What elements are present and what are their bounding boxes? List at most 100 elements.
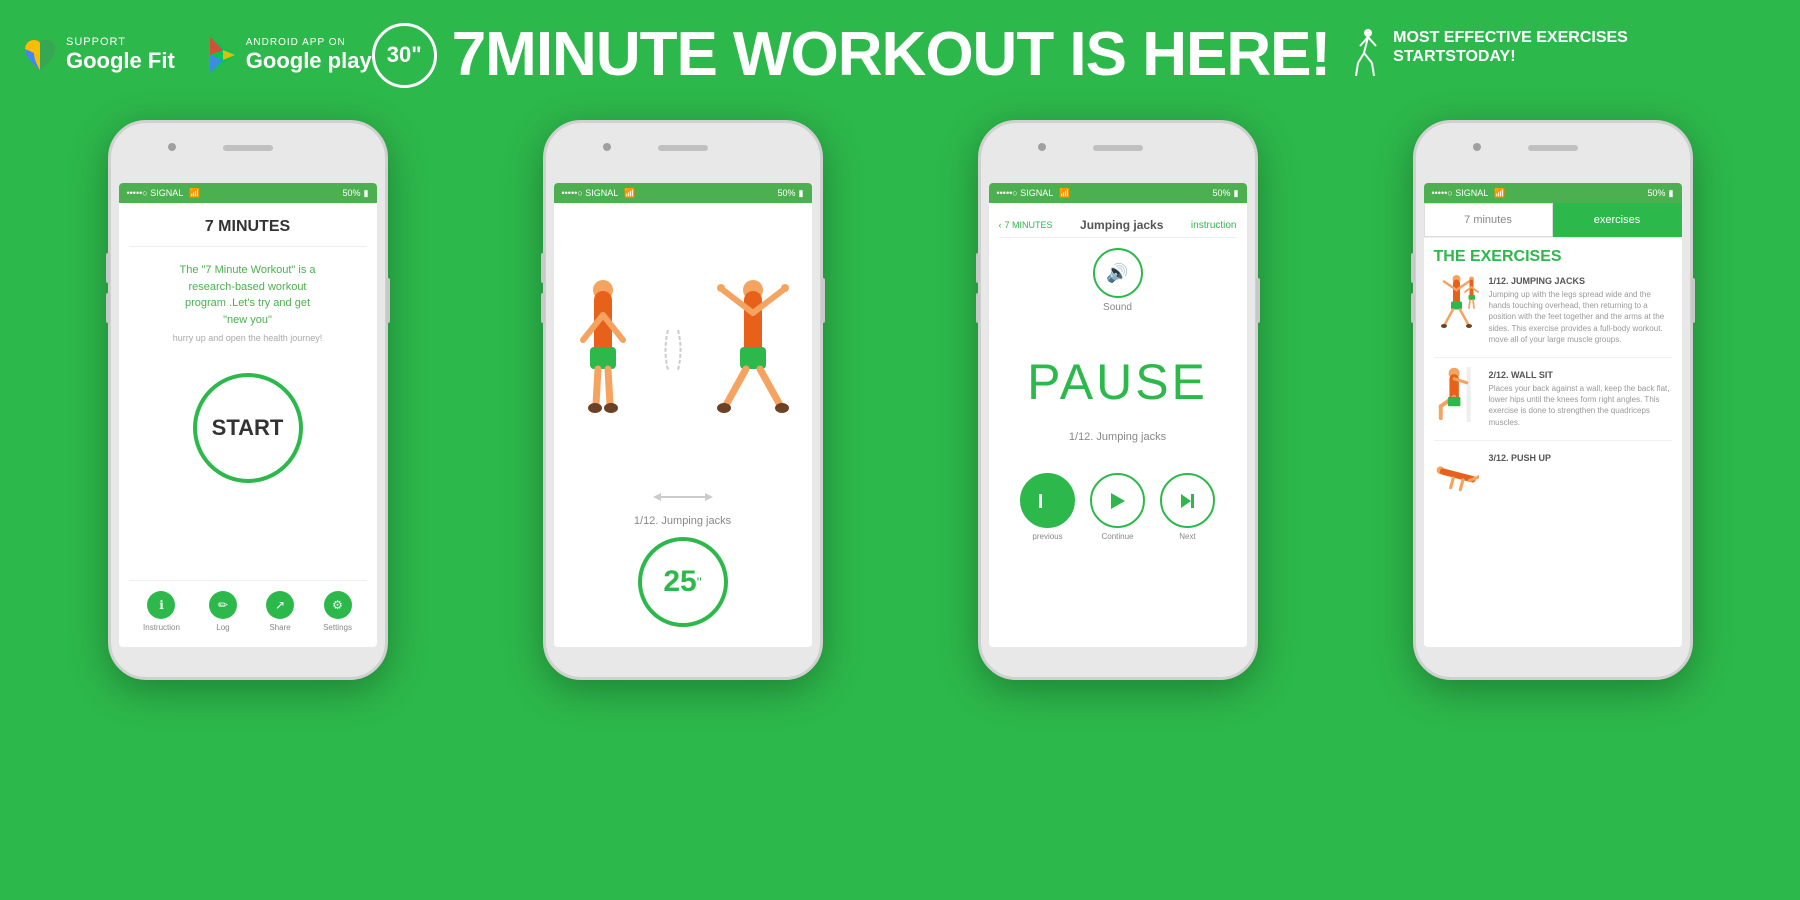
phone1-camera — [168, 143, 176, 151]
phone1-speaker — [223, 145, 273, 151]
exercise-thumb-3 — [1434, 453, 1479, 503]
phone2-speaker — [658, 145, 708, 151]
exercise-info-3: 3/12. PUSH UP — [1489, 453, 1552, 503]
android-label: ANDROID APP ON — [246, 37, 372, 48]
exercise-name-1: 1/12. JUMPING JACKS — [1489, 276, 1672, 286]
phone3-content: ‹ 7 MINUTES Jumping jacks instruction 🔊 … — [989, 203, 1247, 647]
spread-arrows — [653, 487, 713, 507]
instruction-icon: ℹ — [147, 591, 175, 619]
phone3-speaker — [1093, 145, 1143, 151]
log-label: Log — [216, 623, 229, 632]
google-play-label: Google play — [246, 48, 372, 74]
phone4-status-right: 50% ▮ — [1648, 188, 1674, 199]
main-title-area: 7MINUTE WORKOUT IS HERE! MOST EFFECTIVE … — [452, 24, 1780, 86]
phone4-content: 7 minutes exercises THE EXERCISES — [1424, 203, 1682, 647]
header: SUPPORT Google Fit ANDROID APP ON Google… — [0, 0, 1800, 110]
phone1-description: The "7 Minute Workout" is a research-bas… — [180, 262, 316, 328]
pushup-thumb — [1434, 463, 1479, 493]
phone3-nav-header: ‹ 7 MINUTES Jumping jacks instruction — [999, 213, 1237, 238]
phone2-wifi: 📶 — [624, 188, 635, 199]
phone3-exercise-name: Jumping jacks — [1080, 218, 1163, 232]
nav-log[interactable]: ✏ Log — [209, 591, 237, 632]
phone3-status-bar: •••••○ SIGNAL 📶 50% ▮ — [989, 183, 1247, 203]
phone4-status-left: •••••○ SIGNAL 📶 — [1432, 188, 1506, 199]
previous-icon — [1039, 493, 1056, 509]
skip-bar — [1191, 494, 1194, 508]
exercise-figures — [568, 213, 798, 487]
next-wrapper: Next — [1160, 473, 1215, 541]
exercise-label: 1/12. Jumping jacks — [634, 515, 731, 527]
pause-label: PAUSE — [1027, 353, 1208, 411]
tab-exercises[interactable]: exercises — [1553, 203, 1682, 237]
phone-exercise-screen: •••••○ SIGNAL 📶 50% ▮ — [543, 120, 823, 680]
back-button[interactable]: ‹ 7 MINUTES — [999, 220, 1053, 230]
exercise-title-1: JUMPING JACKS — [1511, 276, 1585, 286]
header-logos: SUPPORT Google Fit ANDROID APP ON Google… — [20, 35, 372, 75]
phone4-status-bar: •••••○ SIGNAL 📶 50% ▮ — [1424, 183, 1682, 203]
settings-label: Settings — [323, 623, 352, 632]
exercise-item-3: 3/12. PUSH UP — [1434, 453, 1672, 515]
phone3-screen: •••••○ SIGNAL 📶 50% ▮ ‹ 7 MINUTES Jumpin… — [989, 183, 1247, 647]
timer-display: 25 " — [638, 537, 728, 627]
phone1-battery-icon: ▮ — [364, 188, 369, 199]
phone3-vol-down — [976, 293, 980, 323]
exercise-name-2: 2/12. WALL SIT — [1489, 370, 1672, 380]
exercise-title-2: WALL SIT — [1511, 370, 1553, 380]
sound-control[interactable]: 🔊 Sound — [1093, 248, 1143, 313]
previous-button[interactable] — [1020, 473, 1075, 528]
phone1-sub-desc: hurry up and open the health journey! — [173, 333, 323, 343]
phone3-battery-pct: 50% — [1213, 188, 1231, 198]
subtitle-line2: STARTSTODAY! — [1393, 47, 1515, 66]
next-button[interactable] — [1160, 473, 1215, 528]
google-play-logo: ANDROID APP ON Google play — [205, 35, 372, 75]
google-play-text-group: ANDROID APP ON Google play — [246, 37, 372, 74]
subtitle-area: MOST EFFECTIVE EXERCISES STARTSTODAY! — [1350, 28, 1628, 83]
phone3-status-right: 50% ▮ — [1213, 188, 1239, 199]
phone1-status-left: •••••○ SIGNAL 📶 — [127, 188, 201, 199]
exercise-title-3: PUSH UP — [1511, 453, 1551, 463]
phone4-vol-up — [1411, 253, 1415, 283]
google-fit-heart-icon — [20, 35, 60, 75]
phone3-wifi: 📶 — [1059, 188, 1070, 199]
phone-pause-screen: •••••○ SIGNAL 📶 50% ▮ ‹ 7 MINUTES Jumpin… — [978, 120, 1258, 680]
phone2-vol-down — [541, 293, 545, 323]
phone2-status-right: 50% ▮ — [778, 188, 804, 199]
timer-badge-text: 30" — [387, 42, 422, 68]
continue-button[interactable] — [1090, 473, 1145, 528]
support-label: SUPPORT — [66, 36, 175, 48]
playback-controls: previous Continue — [1020, 473, 1215, 541]
wall-sit-thumb — [1434, 367, 1479, 422]
phones-section: •••••○ SIGNAL 📶 50% ▮ 7 MINUTES The "7 M… — [0, 110, 1800, 900]
start-button[interactable]: START — [193, 373, 303, 483]
phone4-vol-down — [1411, 293, 1415, 323]
nav-share[interactable]: ↗ Share — [266, 591, 294, 632]
tab-7minutes[interactable]: 7 minutes — [1424, 203, 1553, 237]
phone2-vol-up — [541, 253, 545, 283]
exercise-name-3: 3/12. PUSH UP — [1489, 453, 1552, 463]
next-label: Next — [1179, 532, 1195, 541]
previous-wrapper: previous — [1020, 473, 1075, 541]
exercise-item-1: 1/12. JUMPING JACKS Jumping up with the … — [1434, 276, 1672, 358]
skip-icon — [1181, 494, 1194, 508]
phone4-speaker — [1528, 145, 1578, 151]
subtitle-line1: MOST EFFECTIVE EXERCISES — [1393, 28, 1628, 47]
exercises-list: THE EXERCISES — [1424, 238, 1682, 647]
main-title-text: 7MINUTE WORKOUT IS HERE! — [452, 24, 1330, 86]
phone2-battery-pct: 50% — [778, 188, 796, 198]
phone1-vol-down — [106, 293, 110, 323]
phone1-power — [386, 278, 390, 323]
back-chevron: ‹ — [999, 220, 1002, 230]
nav-instruction[interactable]: ℹ Instruction — [143, 591, 180, 632]
phone4-battery-icon: ▮ — [1669, 188, 1674, 199]
phone3-power — [1256, 278, 1260, 323]
instruction-link[interactable]: instruction — [1191, 220, 1237, 231]
sound-button[interactable]: 🔊 — [1093, 248, 1143, 298]
nav-settings[interactable]: ⚙ Settings — [323, 591, 352, 632]
phone1-status-bar: •••••○ SIGNAL 📶 50% ▮ — [119, 183, 377, 203]
exercise-desc-2: Places your back against a wall, keep th… — [1489, 383, 1672, 428]
exercise-info-1: 1/12. JUMPING JACKS Jumping up with the … — [1489, 276, 1672, 345]
google-play-icon — [205, 35, 240, 75]
continue-wrapper: Continue — [1090, 473, 1145, 541]
exercise-num-1: 1/12. — [1489, 276, 1509, 286]
motion-arrows — [658, 320, 688, 380]
